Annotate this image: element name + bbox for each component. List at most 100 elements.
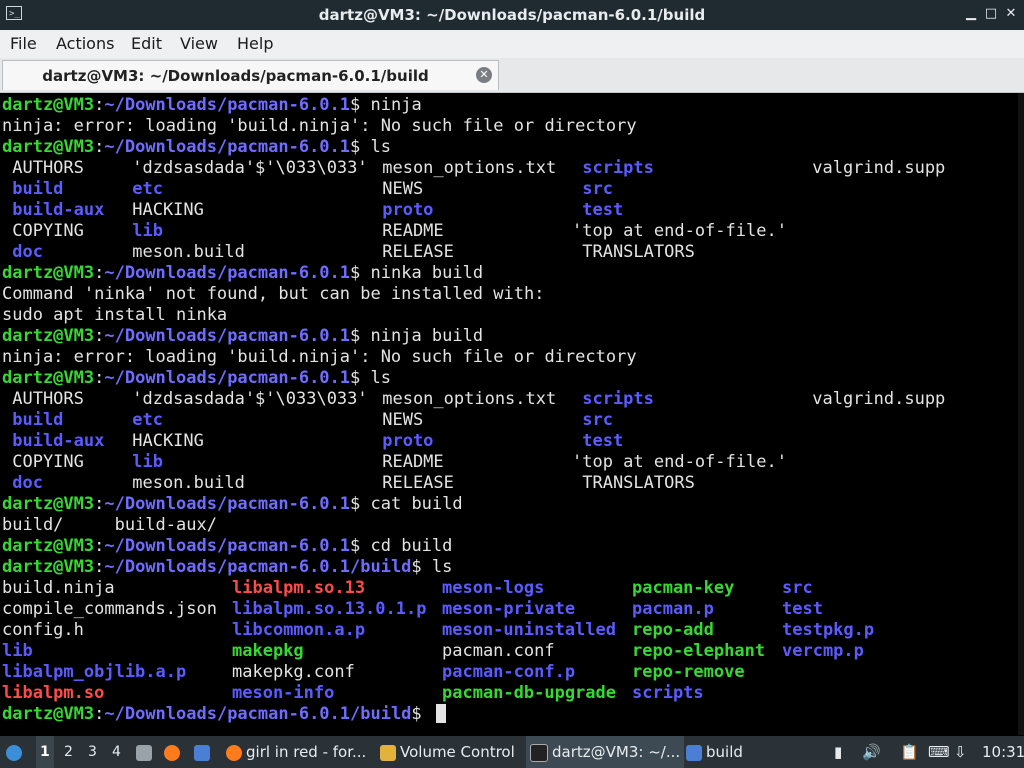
listing-row: build.ninja libalpm.so.13 meson-logs pacman… xyxy=(2,578,1002,599)
listing-entry: COPYING xyxy=(2,221,84,241)
prompt-colon: : xyxy=(94,95,105,115)
task-firefox[interactable]: girl in red - for... xyxy=(222,736,370,768)
task-volume-control-label: Volume Control xyxy=(400,743,515,761)
menu-help[interactable]: Help xyxy=(237,34,273,53)
prompt-path: ~/Downloads/pacman-6.0.1 xyxy=(104,368,351,388)
task-build-folder-label: build xyxy=(706,743,743,761)
listing-row: build etc NEWS src xyxy=(2,410,1002,431)
listing-entry: build xyxy=(2,179,64,199)
listing-entry: makepkg xyxy=(232,641,304,661)
clock[interactable]: 10:31 xyxy=(982,736,1024,768)
menu-edit[interactable]: Edit xyxy=(131,34,162,53)
listing-entry: NEWS xyxy=(372,410,424,430)
keyboard-icon[interactable]: ⌨ xyxy=(928,736,950,768)
listing-entry: build.ninja xyxy=(2,578,115,598)
task-firefox-label: girl in red - for... xyxy=(246,743,367,761)
prompt-colon: : xyxy=(94,263,105,283)
listing-entry: RELEASE xyxy=(372,473,454,493)
listing-entry: etc xyxy=(122,179,163,199)
workspace-2[interactable]: 2 xyxy=(64,736,73,768)
maximize-icon[interactable]: □ xyxy=(982,5,1000,23)
minimize-icon[interactable]: ▁ xyxy=(962,5,980,23)
prompt-dollar: $ xyxy=(350,137,361,157)
firefox-icon xyxy=(226,744,242,761)
prompt-user: dartz@VM3 xyxy=(2,263,95,283)
menu-file[interactable]: File xyxy=(10,34,37,53)
listing-entry: config.h xyxy=(2,620,84,640)
listing-entry: repo-elephant xyxy=(632,641,766,661)
prompt-colon: : xyxy=(94,494,105,514)
terminal-output[interactable]: dartz@VM3:~/Downloads/pacman-6.0.1$ ninj… xyxy=(0,93,1024,735)
speaker-icon[interactable]: 🔊 xyxy=(862,736,881,768)
listing-entry: lib xyxy=(2,641,33,661)
prompt-user: dartz@VM3 xyxy=(2,494,95,514)
show-desktop-icon[interactable] xyxy=(194,736,214,768)
listing-row: build-aux HACKING proto test xyxy=(2,431,1002,452)
task-build-folder[interactable]: build xyxy=(682,736,747,768)
listing-entry: meson.build xyxy=(122,242,245,262)
listing-entry: 'dzdsasdada'$'\033\033' xyxy=(122,389,368,409)
listing-row: compile_commands.json libalpm.so.13.0.1.p… xyxy=(2,599,1002,620)
prompt-dollar: $ xyxy=(411,704,422,724)
listing-entry: compile_commands.json xyxy=(2,599,217,619)
workspace-1[interactable]: 1 xyxy=(36,736,54,768)
workspace-3[interactable]: 3 xyxy=(88,736,97,768)
prompt-path: ~/Downloads/pacman-6.0.1 xyxy=(104,494,351,514)
prompt-command: ls xyxy=(360,368,391,388)
close-icon[interactable]: ✕ xyxy=(1002,5,1020,23)
window-title: dartz@VM3: ~/Downloads/pacman-6.0.1/buil… xyxy=(318,6,706,24)
listing-row: doc meson.build RELEASE TRANSLATORS xyxy=(2,242,1002,263)
workspace-4[interactable]: 4 xyxy=(112,736,121,768)
prompt-path: ~/Downloads/pacman-6.0.1 xyxy=(104,95,351,115)
clipboard-icon[interactable]: 📋 xyxy=(900,736,919,768)
terminal-cursor xyxy=(435,704,446,723)
updates-icon[interactable]: ⇩ xyxy=(954,736,967,768)
menu-actions[interactable]: Actions xyxy=(56,34,114,53)
terminal-tab-label: dartz@VM3: ~/Downloads/pacman-6.0.1/buil… xyxy=(42,67,429,85)
prompt-path: ~/Downloads/pacman-6.0.1 xyxy=(104,137,351,157)
listing-entry: meson.build xyxy=(122,473,245,493)
terminal-scrollbar[interactable] xyxy=(1018,93,1024,735)
listing-entry: RELEASE xyxy=(372,242,454,262)
prompt-user: dartz@VM3 xyxy=(2,536,95,556)
start-menu-icon[interactable] xyxy=(6,736,26,768)
listing-entry: pacman-db-upgrade xyxy=(442,683,616,703)
prompt-user: dartz@VM3 xyxy=(2,326,95,346)
listing-entry: scripts xyxy=(632,683,704,703)
listing-entry: meson_options.txt xyxy=(372,158,557,178)
prompt-line: dartz@VM3:~/Downloads/pacman-6.0.1$ ls xyxy=(2,368,391,389)
files-launcher-icon[interactable] xyxy=(136,736,156,768)
listing-entry: pacman-key xyxy=(632,578,735,598)
prompt-line: dartz@VM3:~/Downloads/pacman-6.0.1$ nink… xyxy=(2,263,483,284)
prompt-dollar: $ xyxy=(350,494,361,514)
prompt-command: cd build xyxy=(360,536,453,556)
terminal-tab[interactable]: dartz@VM3: ~/Downloads/pacman-6.0.1/buil… xyxy=(2,60,499,90)
prompt-line: dartz@VM3:~/Downloads/pacman-6.0.1/build… xyxy=(2,704,446,725)
tray-handle-icon[interactable]: ▮ xyxy=(834,736,842,768)
listing-row: AUTHORS 'dzdsasdada'$'\033\033' meson_op… xyxy=(2,158,1002,179)
listing-entry: libcommon.a.p xyxy=(232,620,366,640)
listing-row: lib makepkg pacman.conf repo-elephant vercmp… xyxy=(2,641,1002,662)
prompt-dollar: $ xyxy=(411,557,422,577)
listing-entry: README xyxy=(372,221,444,241)
listing-entry: test xyxy=(572,431,624,451)
task-volume-control[interactable]: Volume Control xyxy=(376,736,519,768)
task-terminal[interactable]: dartz@VM3: ~/... xyxy=(526,736,685,768)
listing-entry: meson_options.txt xyxy=(372,389,557,409)
listing-entry: pacman.conf xyxy=(442,641,555,661)
window-titlebar[interactable]: >_ dartz@VM3: ~/Downloads/pacman-6.0.1/b… xyxy=(0,0,1024,30)
listing-entry: doc xyxy=(2,473,43,493)
prompt-command: ninka build xyxy=(360,263,484,283)
tab-close-icon[interactable]: ✕ xyxy=(476,67,492,83)
menu-view[interactable]: View xyxy=(180,34,218,53)
prompt-user: dartz@VM3 xyxy=(2,368,95,388)
output-line: ninja: error: loading 'build.ninja': No … xyxy=(2,347,637,367)
prompt-dollar: $ xyxy=(350,536,361,556)
listing-row: build etc NEWS src xyxy=(2,179,1002,200)
prompt-command: ls xyxy=(360,137,391,157)
prompt-line: dartz@VM3:~/Downloads/pacman-6.0.1$ ninj… xyxy=(2,95,422,116)
firefox-launcher-icon[interactable] xyxy=(164,736,184,768)
listing-row: COPYING lib README 'top at end-of-file.' xyxy=(2,221,1002,242)
listing-entry: COPYING xyxy=(2,452,84,472)
listing-entry: libalpm.so.13 xyxy=(232,578,366,598)
